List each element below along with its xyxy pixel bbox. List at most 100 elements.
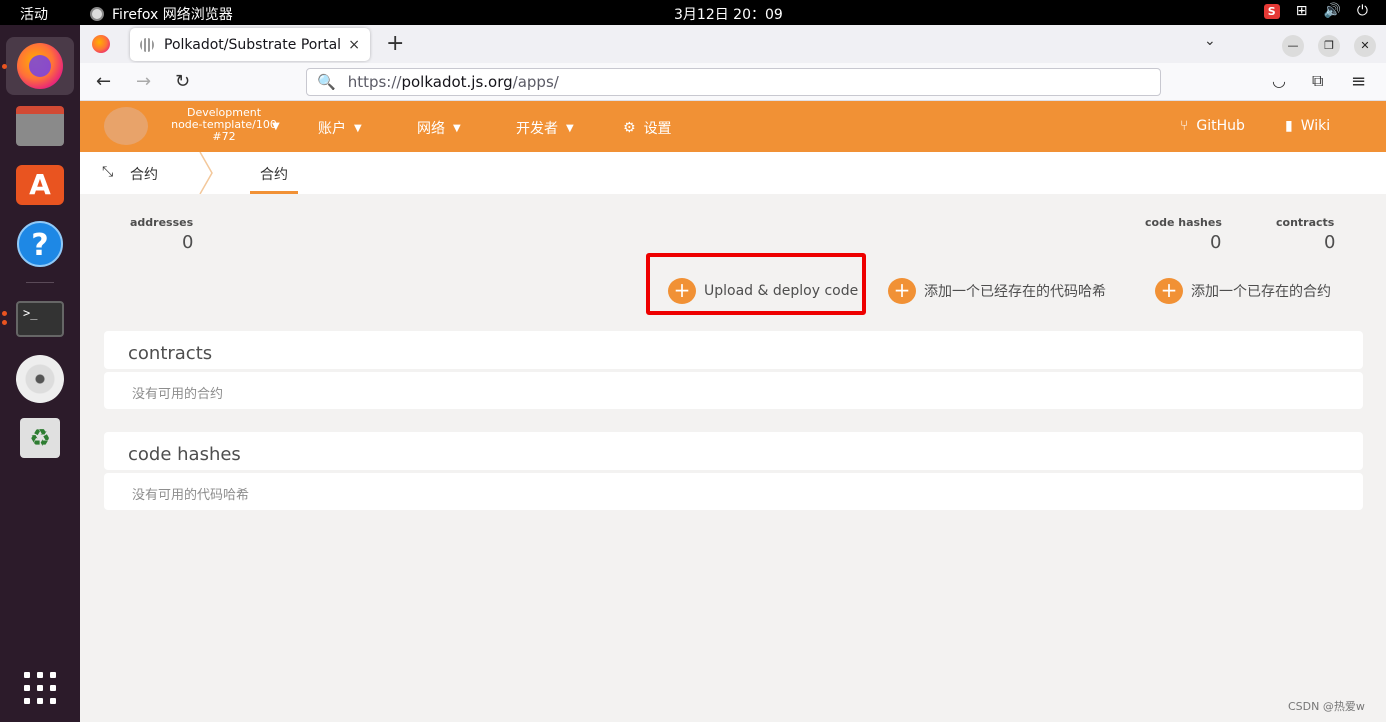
- menu-network-label: 网络: [417, 121, 445, 137]
- breadcrumb-separator: [199, 152, 213, 194]
- url-path: /apps/: [512, 73, 559, 91]
- browser-tab-bar: Polkadot/Substrate Portal × + ⌄ — ❐ ✕: [80, 25, 1386, 63]
- input-method-icon[interactable]: S: [1263, 3, 1280, 19]
- dock-firefox[interactable]: [6, 37, 74, 95]
- menu-developer-label: 开发者: [516, 121, 558, 137]
- plus-icon: +: [888, 278, 916, 304]
- book-icon: ▮: [1285, 118, 1293, 134]
- tab-close-icon[interactable]: ×: [348, 37, 360, 53]
- network-icon[interactable]: ⊞: [1296, 3, 1308, 19]
- breadcrumb: ⤡ 合约 合约: [80, 152, 1386, 194]
- app-header: Development node-template/100 #72 ▼ 账户 ▼…: [80, 101, 1386, 152]
- show-apps-icon[interactable]: [22, 670, 58, 706]
- contracts-empty-row: 没有可用的合约: [104, 372, 1363, 409]
- code-branch-icon: ⑂: [1180, 118, 1189, 134]
- url-scheme: https://: [347, 73, 402, 91]
- menu-wiki[interactable]: ▮ Wiki: [1285, 118, 1330, 134]
- menu-icon[interactable]: ≡: [1351, 71, 1366, 92]
- summary-addresses-label: addresses: [130, 216, 194, 229]
- system-tray[interactable]: S ⊞ 🔊 ⏻: [1263, 3, 1368, 19]
- close-window-icon[interactable]: ✕: [1354, 35, 1376, 57]
- url-host: polkadot.js.org: [401, 73, 513, 91]
- summary-addresses-value: 0: [182, 232, 194, 253]
- menu-settings[interactable]: ⚙ 设置: [623, 118, 672, 138]
- dock-files[interactable]: [6, 97, 74, 155]
- menu-accounts[interactable]: 账户 ▼: [318, 118, 362, 138]
- extensions-icon[interactable]: ⧉: [1312, 71, 1323, 91]
- activities-button[interactable]: 活动: [20, 4, 48, 24]
- running-indicator: [2, 311, 7, 316]
- tab-polkadot[interactable]: Polkadot/Substrate Portal ×: [130, 28, 370, 61]
- dock-trash[interactable]: ♻: [6, 409, 74, 467]
- power-icon[interactable]: ⏻: [1357, 3, 1368, 19]
- browser-nav-bar: ← → ↻ 🔍 https://polkadot.js.org/apps/ ◡ …: [80, 63, 1386, 101]
- summary-contracts-label: contracts: [1276, 216, 1335, 229]
- dock-terminal[interactable]: >_: [6, 290, 74, 348]
- app-menu-label: Firefox 网络浏览器: [112, 7, 233, 23]
- plus-icon: +: [1155, 278, 1183, 304]
- add-contract-button[interactable]: + 添加一个已存在的合约: [1155, 278, 1331, 304]
- chevron-down-icon: ▼: [566, 122, 574, 134]
- firefox-view-icon[interactable]: [92, 35, 110, 53]
- menu-wiki-label: Wiki: [1300, 118, 1331, 134]
- compress-icon: ⤡: [102, 164, 114, 180]
- help-icon: ?: [17, 221, 63, 267]
- firefox-icon: [90, 7, 104, 21]
- software-store-icon: A: [16, 165, 64, 205]
- contracts-table-header: contracts: [104, 331, 1363, 369]
- list-all-tabs-icon[interactable]: ⌄: [1204, 33, 1216, 49]
- contracts-table-title: contracts: [128, 343, 213, 364]
- summary-code-hashes-value: 0: [1210, 232, 1222, 253]
- code-hashes-empty-row: 没有可用的代码哈希: [104, 473, 1363, 510]
- code-hashes-empty-text: 没有可用的代码哈希: [132, 488, 250, 503]
- chain-selector[interactable]: Development node-template/100 #72: [160, 107, 288, 143]
- code-hashes-table-title: code hashes: [128, 444, 241, 465]
- running-indicator: [2, 64, 7, 69]
- contracts-empty-text: 没有可用的合约: [132, 387, 224, 402]
- system-top-bar: 活动 Firefox 网络浏览器 3月12日 20：09 S ⊞ 🔊 ⏻: [0, 0, 1386, 25]
- url-bar[interactable]: 🔍 https://polkadot.js.org/apps/: [306, 68, 1161, 96]
- chain-block: #72: [212, 130, 236, 143]
- new-tab-button[interactable]: +: [386, 31, 404, 56]
- dock-help[interactable]: ?: [6, 215, 74, 273]
- annotation-highlight: [646, 253, 866, 315]
- volume-icon[interactable]: 🔊: [1323, 3, 1340, 19]
- chevron-down-icon[interactable]: ▼: [272, 121, 280, 132]
- files-icon: [16, 106, 64, 146]
- chain-avatar[interactable]: [104, 107, 148, 145]
- running-indicator: [2, 320, 7, 325]
- tab-title: Polkadot/Substrate Portal: [164, 36, 342, 53]
- forward-icon[interactable]: →: [136, 71, 151, 92]
- polkadot-favicon-icon: [140, 37, 154, 52]
- maximize-icon[interactable]: ❐: [1318, 35, 1340, 57]
- code-hashes-table-header: code hashes: [104, 432, 1363, 470]
- menu-network[interactable]: 网络 ▼: [417, 118, 461, 138]
- back-icon[interactable]: ←: [96, 71, 111, 92]
- reload-icon[interactable]: ↻: [175, 71, 190, 92]
- watermark: CSDN @热爱w: [1288, 700, 1365, 713]
- pocket-icon[interactable]: ◡: [1272, 71, 1286, 90]
- menu-developer[interactable]: 开发者 ▼: [516, 118, 574, 138]
- firefox-icon: [17, 43, 63, 89]
- app-menu[interactable]: Firefox 网络浏览器: [90, 4, 233, 24]
- chevron-down-icon: ▼: [453, 122, 461, 134]
- add-code-hash-button[interactable]: + 添加一个已经存在的代码哈希: [888, 278, 1106, 304]
- dock-software[interactable]: A: [6, 156, 74, 214]
- minimize-icon[interactable]: —: [1282, 35, 1304, 57]
- add-code-hash-label: 添加一个已经存在的代码哈希: [924, 284, 1106, 300]
- chevron-down-icon: ▼: [354, 122, 362, 134]
- dock: A ? >_ ♻: [0, 25, 80, 722]
- menu-accounts-label: 账户: [318, 121, 346, 137]
- menu-github[interactable]: ⑂ GitHub: [1180, 118, 1245, 134]
- dock-separator: [26, 282, 54, 283]
- disc-icon: [16, 355, 64, 403]
- menu-github-label: GitHub: [1196, 118, 1245, 134]
- search-icon: 🔍: [317, 73, 336, 91]
- clock[interactable]: 3月12日 20：09: [674, 4, 783, 24]
- gears-icon: ⚙: [623, 120, 636, 136]
- dock-disc[interactable]: [6, 350, 74, 408]
- tab-contracts[interactable]: 合约: [250, 152, 298, 194]
- add-contract-label: 添加一个已存在的合约: [1191, 284, 1331, 300]
- summary-code-hashes-label: code hashes: [1145, 216, 1222, 229]
- menu-settings-label: 设置: [643, 121, 672, 137]
